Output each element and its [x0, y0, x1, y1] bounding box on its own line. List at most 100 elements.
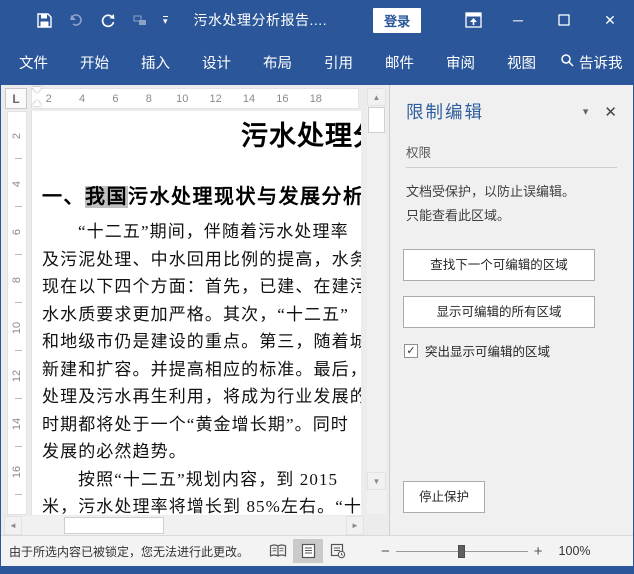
body-line: 水水质要求更加严格。其次，“十二五” [42, 301, 361, 329]
status-message: 由于所选内容已被锁定，您无法进行此更改。 [9, 543, 249, 560]
show-all-editable-regions-button[interactable]: 显示可编辑的所有区域 [403, 296, 595, 328]
ruler-number: 12 [7, 367, 27, 385]
sign-in-button[interactable]: 登录 [373, 8, 421, 33]
scroll-down-icon[interactable]: ▼ [367, 472, 386, 490]
body-line: 发展的必然趋势。 [42, 438, 361, 466]
vertical-scrollbar[interactable]: ▲ ▼ [367, 88, 386, 514]
indent-markers[interactable] [31, 85, 43, 112]
save-icon[interactable] [35, 11, 53, 29]
minimize-button[interactable]: ─ [495, 1, 541, 39]
word-window: ▾ 污水处理分析报告.... 登录 ─ ✕ 文件 开始 插入 设计 布局 引用 … [0, 0, 634, 574]
document-heading: 一、我国污水处理现状与发展分析 [42, 180, 361, 214]
restrict-editing-panel: 限制编辑 ▾ ✕ 权限 文档受保护，以防止误编辑。 只能查看此区域。 查找下一个… [389, 85, 633, 537]
highlight-editable-regions-row[interactable]: ✓ 突出显示可编辑的区域 [404, 341, 550, 360]
horizontal-scrollbar-thumb[interactable] [64, 517, 164, 534]
view-shortcuts [263, 539, 353, 563]
undo-icon [67, 11, 85, 29]
highlight-editable-checkbox[interactable]: ✓ [404, 344, 418, 358]
body-line: 处理及污水再生利用，将成为行业发展的 [42, 383, 361, 411]
panel-close-icon[interactable]: ✕ [602, 103, 619, 121]
search-icon [560, 53, 574, 71]
tab-layout[interactable]: 布局 [253, 46, 302, 79]
read-mode-icon[interactable] [263, 539, 293, 563]
scroll-right-icon[interactable]: ► [346, 516, 364, 535]
stop-protection-button[interactable]: 停止保护 [403, 481, 485, 513]
close-button[interactable]: ✕ [587, 1, 633, 39]
ruler-number: 10 [7, 319, 27, 337]
title-bar: ▾ 污水处理分析报告.... 登录 ─ ✕ [1, 1, 633, 39]
body-line: 新建和扩容。并提高相应的标准。最后， [42, 356, 361, 384]
print-layout-icon[interactable] [293, 539, 323, 563]
tab-mailings[interactable]: 邮件 [375, 46, 424, 79]
window-bottom-edge [1, 566, 633, 573]
redo-icon[interactable] [99, 11, 117, 29]
touch-mode-icon [131, 11, 149, 29]
document-area: L 2 4 6 8 10 12 14 16 18 2 4 6 8 [1, 85, 389, 537]
selected-text: 我国 [85, 186, 128, 208]
web-layout-icon[interactable] [323, 539, 353, 563]
main-area: L 2 4 6 8 10 12 14 16 18 2 4 6 8 [1, 85, 633, 537]
ruler-number: 16 [7, 463, 27, 481]
find-next-editable-region-button[interactable]: 查找下一个可编辑的区域 [403, 249, 595, 281]
horizontal-ruler[interactable]: 2 4 6 8 10 12 14 16 18 [31, 88, 359, 109]
ribbon-display-options-icon[interactable] [451, 1, 495, 39]
tab-view[interactable]: 视图 [497, 46, 546, 79]
ruler-number: 12 [199, 89, 232, 108]
tell-me-label: 告诉我 [579, 52, 623, 73]
tab-file[interactable]: 文件 [9, 46, 58, 79]
protection-message: 文档受保护，以防止误编辑。 只能查看此区域。 [406, 180, 617, 228]
ruler-number: 8 [132, 89, 165, 108]
body-line: 米，污水处理率将增长到 85%左右。“十 [42, 493, 361, 515]
zoom-percentage[interactable]: 100% [559, 544, 603, 558]
body-line: 现在以下四个方面：首先，已建、在建污 [42, 273, 361, 301]
customize-qat-caret-icon[interactable]: ▾ [163, 16, 168, 25]
vertical-ruler[interactable]: 2 4 6 8 10 12 14 16 18 [7, 111, 27, 515]
tab-references[interactable]: 引用 [314, 46, 363, 79]
horizontal-scrollbar[interactable]: ◄ ► [4, 516, 364, 535]
zoom-slider-thumb[interactable] [458, 545, 465, 558]
panel-options-caret-icon[interactable]: ▾ [569, 105, 603, 118]
scroll-up-icon[interactable]: ▲ [367, 88, 386, 106]
ruler-number: 6 [7, 223, 27, 241]
ribbon-tab-bar: 文件 开始 插入 设计 布局 引用 邮件 审阅 视图 告诉我 共享 [1, 39, 633, 85]
ruler-number: 14 [7, 415, 27, 433]
protection-message-line2: 只能查看此区域。 [406, 204, 617, 228]
protection-message-line1: 文档受保护，以防止误编辑。 [406, 180, 617, 204]
permissions-section-label: 权限 [406, 142, 617, 168]
window-title: 污水处理分析报告.... [194, 10, 328, 30]
zoom-controls: − + 100% [375, 543, 603, 560]
zoom-out-button[interactable]: − [375, 543, 396, 560]
zoom-slider[interactable] [396, 551, 528, 552]
ruler-number: 10 [166, 89, 199, 108]
maximize-button[interactable] [541, 1, 587, 39]
tab-review[interactable]: 审阅 [436, 46, 485, 79]
document-page[interactable]: 污水处理分析报告 一、我国污水处理现状与发展分析 “十二五”期间，伴随着污水处理… [31, 111, 361, 515]
tab-insert[interactable]: 插入 [131, 46, 180, 79]
tab-stop-selector[interactable]: L [5, 88, 27, 109]
heading-rest: 污水处理现状与发展分析 [128, 186, 361, 208]
vertical-scrollbar-thumb[interactable] [368, 107, 385, 133]
tab-design[interactable]: 设计 [192, 46, 241, 79]
scroll-left-icon[interactable]: ◄ [4, 516, 22, 535]
window-controls: ─ ✕ [451, 1, 633, 39]
tab-home[interactable]: 开始 [70, 46, 119, 79]
ruler-number: 2 [7, 127, 27, 145]
hanging-indent-marker[interactable] [32, 100, 42, 106]
body-line: 及污泥处理、中水回用比例的提高，水务 [42, 246, 361, 274]
heading-prefix: 一、 [42, 186, 85, 208]
status-bar: 由于所选内容已被锁定，您无法进行此更改。 − + 100% [1, 535, 633, 566]
ruler-number: 18 [299, 89, 332, 108]
body-line: 时期都将处于一个“黄金增长期”。同时 [42, 411, 361, 439]
body-line: “十二五”期间，伴随着污水处理率 [42, 218, 361, 246]
highlight-editable-label: 突出显示可编辑的区域 [425, 341, 550, 360]
body-line: 按照“十二五”规划内容，到 2015 [42, 466, 361, 494]
body-line: 和地级市仍是建设的重点。第三，随着城 [42, 328, 361, 356]
ruler-number: 4 [7, 175, 27, 193]
zoom-in-button[interactable]: + [528, 543, 549, 560]
panel-title: 限制编辑 [406, 99, 484, 124]
tell-me-box[interactable]: 告诉我 [560, 52, 623, 73]
ruler-number: 6 [99, 89, 132, 108]
first-line-indent-marker[interactable] [32, 87, 42, 93]
ruler-number: 4 [65, 89, 98, 108]
ruler-number: 8 [7, 271, 27, 289]
